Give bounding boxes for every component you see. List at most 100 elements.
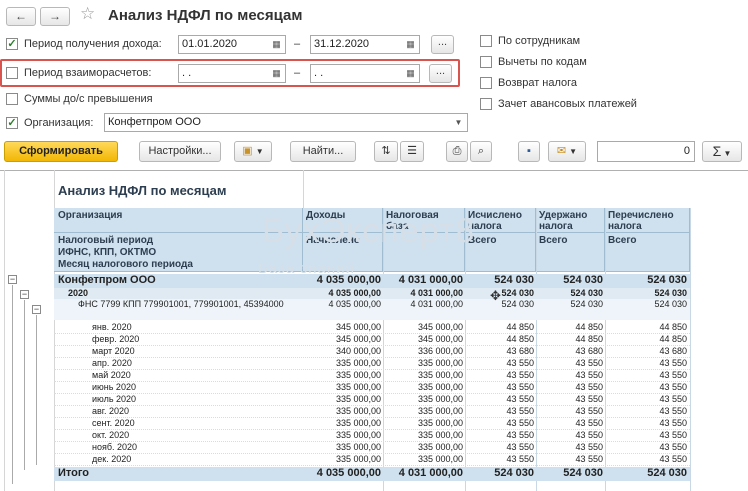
sigma-button[interactable]: Σ ▼ [702, 141, 742, 162]
cell-base: 4 031 000,00 [398, 274, 463, 286]
star-icon[interactable]: ☆ [80, 5, 95, 23]
calendar-icon[interactable]: ▦ [404, 67, 417, 80]
table-row[interactable]: февр. 2020 345 000,00 345 000,00 44 850 44 8… [54, 334, 690, 346]
row-label: Конфетпром ООО [58, 274, 156, 286]
table-row-total[interactable]: Итого 4 035 000,00 4 031 000,00 524 030 … [54, 467, 690, 481]
period-settlement-from[interactable]: . . ▦ [178, 64, 286, 83]
period-settlement-checkbox[interactable] [6, 67, 18, 79]
generate-button[interactable]: Сформировать [4, 141, 118, 162]
table-row[interactable]: нояб. 2020 335 000,00 335 000,00 43 550 43 5… [54, 442, 690, 454]
variants-button[interactable]: ▣ ▼ [234, 141, 272, 162]
cell-transferred: 44 850 [659, 322, 687, 332]
chevron-down-icon: ▼ [569, 147, 578, 156]
table-row[interactable]: сент. 2020 335 000,00 335 000,00 43 550 43 5… [54, 418, 690, 430]
cell-withheld: 524 030 [570, 299, 603, 309]
cell-base: 4 031 000,00 [398, 467, 463, 479]
table-row[interactable]: ФНС 7799 КПП 779901001, 779901001, 45394… [54, 299, 690, 320]
find-button[interactable]: Найти... [290, 141, 356, 162]
cell-calc: 43 550 [506, 430, 534, 440]
row-label: авг. 2020 [92, 406, 129, 416]
cell-calc: 43 550 [506, 382, 534, 392]
cell-calc: 43 550 [506, 442, 534, 452]
tree-line [36, 315, 37, 465]
organization-select[interactable]: Конфетпром ООО ▼ [104, 113, 468, 132]
cell-withheld: 43 550 [575, 442, 603, 452]
settings-button[interactable]: Настройки... [139, 141, 221, 162]
cell-withheld: 43 550 [575, 406, 603, 416]
period-income-label: Период получения дохода: [24, 38, 162, 50]
collapse-icon[interactable]: − [8, 275, 17, 284]
list-icon[interactable]: ☰ [400, 141, 424, 162]
header-withheld-sub: Всего [536, 233, 605, 272]
table-row[interactable]: окт. 2020 335 000,00 335 000,00 43 550 43 55… [54, 430, 690, 442]
save-icon[interactable]: ▪ [518, 141, 540, 162]
cell-income: 335 000,00 [335, 406, 381, 416]
sort-icon[interactable]: ⇅ [374, 141, 398, 162]
chevron-down-icon[interactable]: ▼ [452, 116, 465, 129]
cell-income: 4 035 000,00 [328, 299, 381, 309]
row-label: дек. 2020 [92, 454, 132, 464]
option-deductions-checkbox[interactable] [480, 56, 492, 68]
option-tax-return-checkbox[interactable] [480, 77, 492, 89]
table-row[interactable]: дек. 2020 335 000,00 335 000,00 43 550 43 55… [54, 454, 690, 466]
cell-base: 335 000,00 [417, 406, 463, 416]
cell-transferred: 524 030 [654, 288, 687, 298]
table-row[interactable]: июнь 2020 335 000,00 335 000,00 43 550 43 55… [54, 382, 690, 394]
period-income-to[interactable]: 31.12.2020 ▦ [310, 35, 420, 54]
cell-transferred: 524 030 [647, 467, 687, 479]
table-row[interactable]: 2020 4 035 000,00 4 031 000,00 524 030 5… [54, 288, 690, 299]
calendar-icon[interactable]: ▦ [404, 38, 417, 51]
row-label: апр. 2020 [92, 358, 132, 368]
period-income-choose-button[interactable]: ... [431, 35, 454, 54]
header-calc: Исчислено налога [465, 208, 536, 233]
organization-checkbox[interactable]: ✓ [6, 117, 18, 129]
sums-excess-checkbox[interactable] [6, 93, 18, 105]
period-income-checkbox[interactable]: ✓ [6, 38, 18, 50]
header-transferred: Перечислено налога [605, 208, 690, 233]
cell-income: 4 035 000,00 [316, 274, 381, 286]
period-settlement-to-value: . . [314, 67, 324, 79]
option-advance-offset-label: Зачет авансовых платежей [498, 98, 637, 110]
option-advance-offset-checkbox[interactable] [480, 98, 492, 110]
period-settlement-to[interactable]: . . ▦ [310, 64, 420, 83]
header-calc-sub: Всего [465, 233, 536, 272]
cell-calc: 524 030 [494, 467, 534, 479]
row-label: Итого [58, 467, 90, 479]
table-row[interactable]: май 2020 335 000,00 335 000,00 43 550 43 550… [54, 370, 690, 382]
collapse-icon[interactable]: − [20, 290, 29, 299]
chevron-down-icon: ▼ [255, 147, 264, 156]
cell-transferred: 43 550 [659, 418, 687, 428]
table-row[interactable]: авг. 2020 335 000,00 335 000,00 43 550 43 55… [54, 406, 690, 418]
collapse-icon[interactable]: − [32, 305, 41, 314]
organization-label: Организация: [24, 117, 94, 129]
cell-withheld: 524 030 [563, 467, 603, 479]
cell-withheld: 43 550 [575, 394, 603, 404]
option-by-employees-checkbox[interactable] [480, 35, 492, 47]
calendar-icon[interactable]: ▦ [270, 38, 283, 51]
calendar-icon[interactable]: ▦ [270, 67, 283, 80]
cell-base: 335 000,00 [417, 382, 463, 392]
period-settlement-choose-button[interactable]: ... [429, 64, 452, 83]
option-by-employees-label: По сотрудникам [498, 35, 581, 47]
table-row[interactable]: апр. 2020 335 000,00 335 000,00 43 550 43 55… [54, 358, 690, 370]
print-icon[interactable]: ⎙ [446, 141, 468, 162]
cell-withheld: 44 850 [575, 322, 603, 332]
row-label: окт. 2020 [92, 430, 130, 440]
cell-calc: 43 550 [506, 454, 534, 464]
table-row[interactable]: Конфетпром ООО 4 035 000,00 4 031 000,00… [54, 274, 690, 288]
forward-button[interactable]: → [40, 7, 70, 26]
row-label: ФНС 7799 КПП 779901001, 779901001, 45394… [78, 299, 284, 309]
cell-withheld: 524 030 [563, 274, 603, 286]
back-button[interactable]: ← [6, 7, 36, 26]
envelope-icon: ✉ [556, 145, 567, 157]
row-label: июнь 2020 [92, 382, 136, 392]
cell-calc: 44 850 [506, 322, 534, 332]
preview-icon[interactable]: ⌕ [470, 141, 492, 162]
mail-button[interactable]: ✉ ▼ [548, 141, 586, 162]
table-row[interactable]: июль 2020 335 000,00 335 000,00 43 550 43 55… [54, 394, 690, 406]
table-row[interactable]: янв. 2020 345 000,00 345 000,00 44 850 44 85… [54, 322, 690, 334]
period-income-from[interactable]: 01.01.2020 ▦ [178, 35, 286, 54]
table-row[interactable]: март 2020 340 000,00 336 000,00 43 680 43 68… [54, 346, 690, 358]
sum-field[interactable]: 0 [597, 141, 695, 162]
cell-transferred: 43 550 [659, 370, 687, 380]
